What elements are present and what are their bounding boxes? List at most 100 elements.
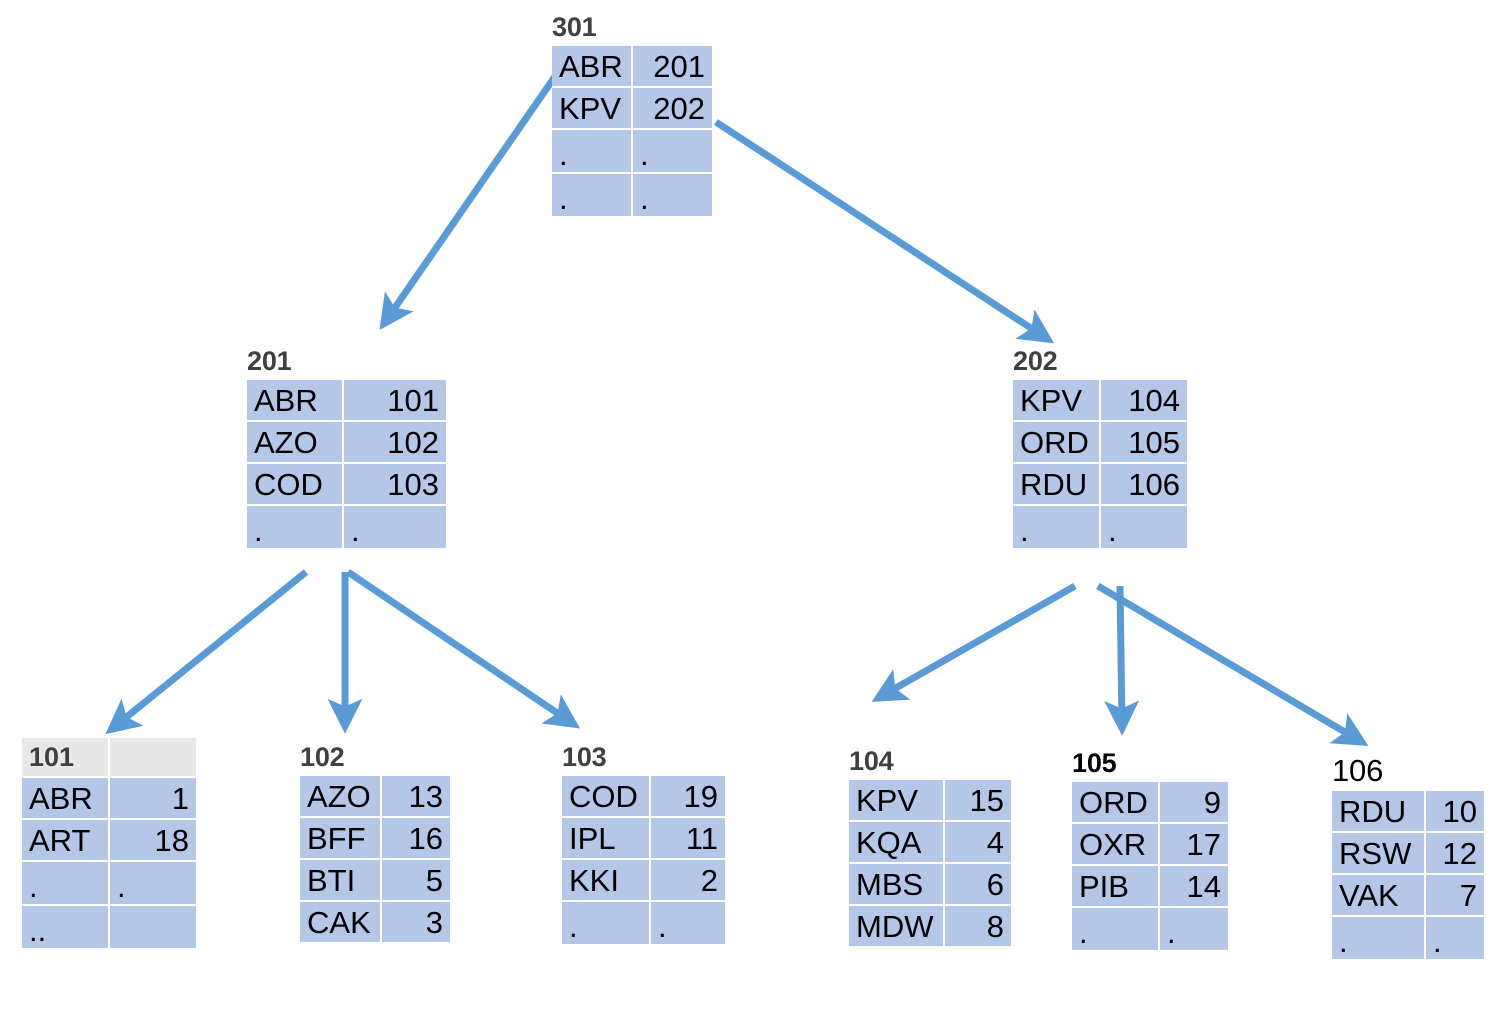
cell-key: KQA [849,822,943,862]
node-table-106: RDU 10 RSW 12 VAK 7 . . [1330,789,1486,961]
btree-node-105[interactable]: 105 ORD 9 OXR 17 PIB 14 . . [1072,750,1228,950]
cell-key: . [562,902,649,944]
cell-key: KKI [562,860,649,900]
table-row: MDW 8 [849,906,1011,946]
cell-key: . [1332,917,1424,959]
cell-key: . [1013,506,1099,548]
table-row: MBS 6 [849,864,1011,904]
table-row: . . [247,506,446,548]
btree-node-201[interactable]: 201 ABR 101 AZO 102 COD 103 . . [247,348,446,548]
cell-key: BTI [300,860,380,900]
cell-key: CAK [300,902,380,942]
table-row: COD 103 [247,464,446,504]
node-table-102: AZO 13 BFF 16 BTI 5 CAK 3 [298,774,452,944]
table-header-row: 101 [22,738,196,776]
cell-key: OXR [1072,824,1158,864]
cell-value: 16 [382,818,450,858]
btree-node-103[interactable]: 103 COD 19 IPL 11 KKI 2 . . [562,744,725,944]
cell-key: KPV [552,88,631,128]
node-table-202: KPV 104 ORD 105 RDU 106 . . [1011,378,1189,550]
table-row: VAK 7 [1332,875,1484,915]
cell-key: ABR [247,380,342,420]
table-row: KKI 2 [562,860,725,900]
table-row: CAK 3 [300,902,450,942]
cell-value: 102 [344,422,446,462]
node-label-201: 201 [247,346,292,376]
cell-value: . [1426,917,1484,959]
cell-value: . [633,174,712,216]
edge-202-to-104 [871,582,1077,702]
table-row: . . [552,130,712,172]
cell-value: 19 [651,776,725,816]
table-row: . . [1072,908,1228,950]
table-row: RSW 12 [1332,833,1484,873]
node-label-101: 101 [22,738,108,776]
table-row: . . [552,174,712,216]
btree-node-102[interactable]: 102 AZO 13 BFF 16 BTI 5 CAK 3 [300,744,450,942]
node-label-106: 106 [1332,753,1384,788]
cell-key: . [552,130,631,172]
table-row: .. [22,906,196,948]
table-row: ABR 201 [552,46,712,86]
node-label-202: 202 [1013,346,1058,376]
btree-node-301[interactable]: 301 ABR 201 KPV 202 . . . . [552,14,712,216]
node-label-103: 103 [562,742,607,772]
node-header-spacer [110,738,196,776]
cell-value: 17 [1160,824,1228,864]
cell-key: . [22,862,108,904]
edge-202-to-105 [1104,585,1140,736]
cell-value: 6 [945,864,1011,904]
cell-value: 18 [110,820,196,860]
cell-value: 103 [344,464,446,504]
btree-node-106[interactable]: 106 RDU 10 RSW 12 VAK 7 . . [1332,755,1484,959]
edge-arrow-layer [105,73,1369,746]
cell-value: 3 [382,902,450,942]
cell-value: 7 [1426,875,1484,915]
cell-key: MDW [849,906,943,946]
node-label-105: 105 [1072,748,1117,778]
table-row: ABR 1 [22,778,196,818]
btree-node-101[interactable]: 101 ABR 1 ART 18 . . .. [22,738,196,948]
cell-key: KPV [849,780,943,820]
edge-301-to-202 [714,119,1055,344]
cell-key: AZO [300,776,380,816]
cell-key: AZO [247,422,342,462]
table-row: IPL 11 [562,818,725,858]
node-table-201: ABR 101 AZO 102 COD 103 . . [245,378,448,550]
btree-diagram-canvas: 301 ABR 201 KPV 202 . . . . 201 ABR 101 … [0,0,1501,1018]
table-row: OXR 17 [1072,824,1228,864]
cell-value: 8 [945,906,1011,946]
cell-value: 4 [945,822,1011,862]
cell-value: . [633,130,712,172]
cell-value: 1 [110,778,196,818]
cell-value: 5 [382,860,450,900]
btree-node-104[interactable]: 104 KPV 15 KQA 4 MBS 6 MDW 8 [849,748,1011,946]
cell-value [110,906,196,948]
cell-value: 9 [1160,782,1228,822]
table-row: ABR 101 [247,380,446,420]
table-row: RDU 10 [1332,791,1484,831]
cell-key: ORD [1013,422,1099,462]
table-row: KPV 15 [849,780,1011,820]
cell-key: PIB [1072,866,1158,906]
table-row: . . [22,862,196,904]
cell-value: 104 [1101,380,1187,420]
cell-key: . [552,174,631,216]
cell-key: . [1072,908,1158,950]
cell-key: . [247,506,342,548]
table-row: . . [1013,506,1187,548]
node-label-102: 102 [300,742,345,772]
cell-value: . [651,902,725,944]
cell-key: BFF [300,818,380,858]
cell-value: 105 [1101,422,1187,462]
cell-value: 12 [1426,833,1484,873]
btree-node-202[interactable]: 202 KPV 104 ORD 105 RDU 106 . . [1013,348,1187,548]
cell-key: KPV [1013,380,1099,420]
node-table-301: ABR 201 KPV 202 . . . . [550,44,714,218]
cell-key: IPL [562,818,649,858]
table-row: COD 19 [562,776,725,816]
cell-value: 13 [382,776,450,816]
table-row: KQA 4 [849,822,1011,862]
cell-key: MBS [849,864,943,904]
cell-key: ABR [552,46,631,86]
